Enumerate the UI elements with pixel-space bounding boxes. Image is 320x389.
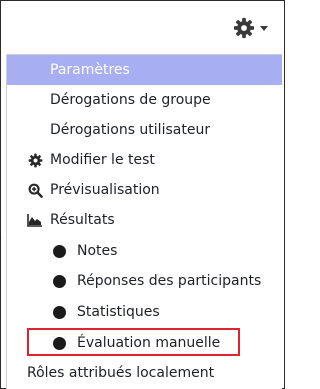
- bullet-icon: [53, 244, 66, 258]
- menu-item-label: Réponses des participants: [77, 273, 262, 289]
- gear-icon: [233, 17, 255, 39]
- menu-item-label: Évaluation manuelle: [77, 335, 221, 351]
- bullet-icon: [53, 274, 66, 288]
- settings-menu-toggle[interactable]: [233, 15, 273, 41]
- area-chart-icon: [27, 212, 43, 228]
- menu-item-derogations-utilisateur[interactable]: Dérogations utilisateur: [7, 115, 282, 145]
- menu-item-reponses-participants[interactable]: Réponses des participants: [7, 266, 282, 296]
- menu-item-label: Notes: [77, 243, 118, 259]
- menu-item-label: Paramètres: [50, 62, 130, 78]
- menu-item-label: Dérogations de groupe: [50, 92, 211, 108]
- menu-item-notes[interactable]: Notes: [7, 236, 282, 266]
- menu-item-roles-attribues[interactable]: Rôles attribués localement: [7, 358, 282, 388]
- menu-item-resultats[interactable]: Résultats: [7, 205, 282, 235]
- menu-item-statistiques[interactable]: Statistiques: [7, 297, 282, 327]
- settings-dropdown-menu: Paramètres Dérogations de groupe Dérogat…: [6, 54, 282, 389]
- menu-item-previsualisation[interactable]: Prévisualisation: [7, 175, 282, 205]
- menu-item-label: Modifier le test: [50, 152, 155, 168]
- menu-item-evaluation-manuelle[interactable]: Évaluation manuelle: [7, 328, 282, 358]
- menu-item-derogations-groupe[interactable]: Dérogations de groupe: [7, 85, 282, 115]
- frame-edge-mark: [0, 236, 1, 239]
- menu-item-label: Rôles attribués localement: [27, 365, 215, 381]
- gear-icon: [27, 152, 43, 168]
- menu-item-label: Prévisualisation: [50, 182, 160, 198]
- settings-panel: Paramètres Dérogations de groupe Dérogat…: [0, 0, 285, 389]
- menu-item-label: Statistiques: [77, 304, 160, 320]
- menu-item-label: Dérogations utilisateur: [50, 122, 211, 138]
- bullet-icon: [53, 336, 66, 350]
- bullet-icon: [53, 305, 66, 319]
- menu-item-label: Résultats: [50, 212, 115, 228]
- chevron-down-icon: [260, 25, 268, 31]
- menu-item-parametres[interactable]: Paramètres: [7, 55, 282, 85]
- menu-item-modifier-le-test[interactable]: Modifier le test: [7, 145, 282, 175]
- zoom-in-icon: [27, 182, 43, 198]
